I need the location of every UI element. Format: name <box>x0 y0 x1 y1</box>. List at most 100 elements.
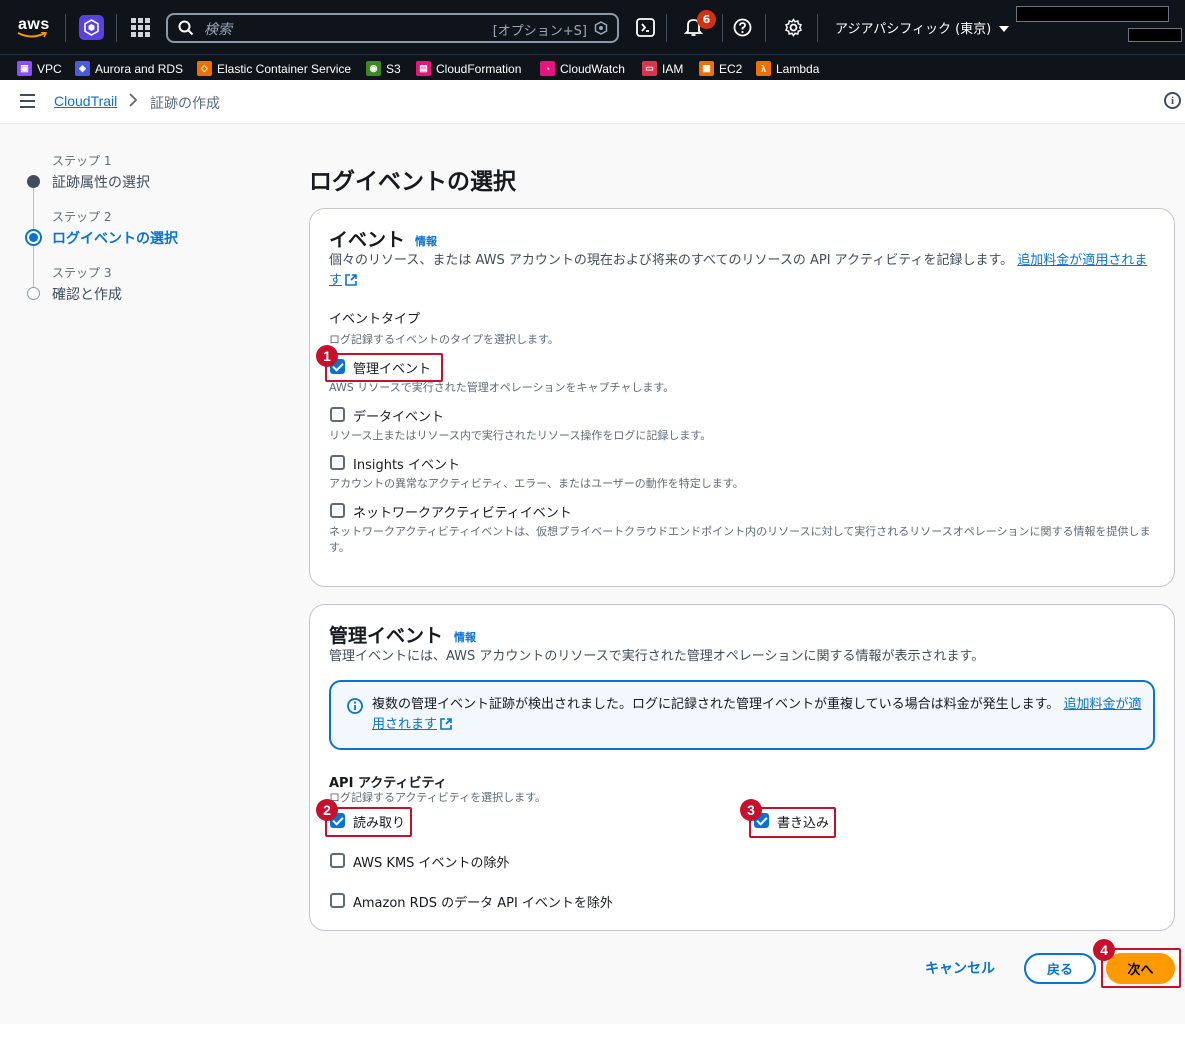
region-label: アジアパシフィック (東京) <box>835 22 992 37</box>
rds-icon: ◈ <box>75 61 90 76</box>
data-events-label[interactable]: データイベント <box>353 406 444 425</box>
favorite-ecs[interactable]: ◇ Elastic Container Service <box>197 60 351 77</box>
cloudwatch-icon: ◔ <box>540 61 555 76</box>
nav-divider <box>722 14 723 42</box>
notification-badge: 6 <box>697 10 716 29</box>
menu-icon[interactable] <box>20 94 35 108</box>
network-activity-events-label[interactable]: ネットワークアクティビティイベント <box>353 502 572 521</box>
breadcrumb: CloudTrail 証跡の作成 i <box>0 80 1185 124</box>
exclude-kms-checkbox[interactable] <box>330 853 345 868</box>
region-selector[interactable]: アジアパシフィック (東京) <box>835 18 1010 37</box>
step-1-label[interactable]: 証跡属性の選択 <box>52 172 150 192</box>
cube-icon[interactable] <box>79 15 104 40</box>
exclude-kms-label[interactable]: AWS KMS イベントの除外 <box>353 852 510 871</box>
favorite-vpc[interactable]: ▣ VPC <box>17 60 62 77</box>
cancel-button[interactable]: キャンセル <box>910 955 1010 981</box>
lambda-icon: λ <box>756 61 771 76</box>
info-alert: 複数の管理イベント証跡が検出されました。ログに記録された管理イベントが重複してい… <box>329 680 1155 750</box>
nav-divider <box>765 14 766 42</box>
data-events-description: リソース上またはリソース内で実行されたリソース操作をログに記録します。 <box>329 429 712 442</box>
annotation-marker-4: 4 <box>1093 939 1115 961</box>
nav-divider <box>116 14 117 42</box>
favorite-label: Aurora and RDS <box>95 61 184 76</box>
terminal-icon[interactable] <box>634 16 656 38</box>
management-info-link[interactable]: 情報 <box>454 629 476 645</box>
vpc-icon: ▣ <box>17 61 32 76</box>
grid-icon[interactable] <box>131 18 150 37</box>
events-description: 個々のリソース、または AWS アカウントの現在および将来のすべてのリソースの … <box>329 251 1159 291</box>
ecs-icon: ◇ <box>197 61 212 76</box>
alert-link-part-a: 追 <box>1063 697 1077 712</box>
aws-logo[interactable]: aws <box>14 14 52 40</box>
breadcrumb-cloudtrail[interactable]: CloudTrail <box>54 93 117 109</box>
external-link-icon <box>440 718 452 730</box>
event-type-description: ログ記録するイベントのタイプを選択します。 <box>329 333 559 346</box>
annotation-marker-3: 3 <box>740 799 762 821</box>
annotation-highlight-2 <box>325 807 412 837</box>
favorite-ec2[interactable]: ▦ EC2 <box>699 60 742 77</box>
ec2-icon: ▦ <box>699 61 714 76</box>
back-button[interactable]: 戻る <box>1024 953 1096 984</box>
favorite-label: EC2 <box>719 61 743 76</box>
data-events-checkbox[interactable] <box>330 407 345 422</box>
page-title: ログイベントの選択 <box>309 169 516 195</box>
favorite-label: CloudFormation <box>436 61 522 76</box>
favorite-label: S3 <box>386 61 401 76</box>
favorite-label: IAM <box>662 61 684 76</box>
external-link-icon <box>345 274 357 286</box>
search-placeholder: 検索 <box>204 22 232 38</box>
step-1-indicator <box>27 175 40 188</box>
favorite-iam[interactable]: ▭ IAM <box>642 60 683 77</box>
api-activity-label: API アクティビティ <box>329 776 447 791</box>
step-connector <box>33 188 34 230</box>
api-activity-description: ログ記録するアクティビティを選択します。 <box>329 791 547 804</box>
search-shortcut: [オプション+S] <box>492 24 587 39</box>
events-title: イベント <box>329 229 406 251</box>
account-menu[interactable] <box>1016 6 1169 22</box>
step-2-indicator-dot <box>29 233 38 242</box>
nav-divider <box>666 14 667 42</box>
caret-down-icon <box>999 26 1010 32</box>
favorite-cloudwatch[interactable]: ◔ CloudWatch <box>540 60 625 77</box>
favorite-label: Elastic Container Service <box>217 61 352 76</box>
aws-smile-icon <box>17 32 47 38</box>
search-icon <box>178 20 194 36</box>
search-input[interactable]: 検索 [オプション+S] <box>166 13 619 43</box>
favorite-lambda[interactable]: λ Lambda <box>756 60 819 77</box>
event-type-label: イベントタイプ <box>329 312 421 327</box>
step-3-indicator <box>27 287 40 300</box>
favorite-s3[interactable]: ◉ S3 <box>366 60 401 77</box>
alert-text: 複数の管理イベント証跡が検出されました。ログに記録された管理イベントが重複してい… <box>372 697 1060 712</box>
nav-divider <box>65 14 66 42</box>
annotation-highlight-3 <box>749 807 836 838</box>
favorite-label: Lambda <box>776 61 820 76</box>
nav-divider <box>817 14 818 42</box>
info-circle-icon <box>347 698 363 714</box>
account-id <box>1128 28 1182 42</box>
chevron-right-icon <box>129 93 138 107</box>
help-icon[interactable] <box>731 16 753 38</box>
exclude-rds-checkbox[interactable] <box>330 893 345 908</box>
annotation-marker-2: 2 <box>316 799 338 821</box>
insights-events-description: アカウントの異常なアクティビティ、エラー、またはユーザーの動作を特定します。 <box>329 477 744 490</box>
management-events-card-description: 管理イベントには、AWS アカウントのリソースで実行された管理オペレーションに関… <box>329 649 985 664</box>
alert-message: 複数の管理イベント証跡が検出されました。ログに記録された管理イベントが重複してい… <box>372 695 1142 735</box>
favorite-cloudformation[interactable]: ▤ CloudFormation <box>416 60 521 77</box>
gear-icon[interactable] <box>782 16 804 38</box>
management-events-description: AWS リソースで実行された管理オペレーションをキャプチャします。 <box>329 381 675 394</box>
annotation-marker-1: 1 <box>316 345 338 367</box>
favorite-aurora-rds[interactable]: ◈ Aurora and RDS <box>75 60 183 77</box>
step-2-label: ログイベントの選択 <box>52 231 178 247</box>
events-info-link[interactable]: 情報 <box>415 233 437 249</box>
shortcut-cube-icon <box>594 21 608 35</box>
insights-events-checkbox[interactable] <box>330 455 345 470</box>
favorite-label: VPC <box>37 61 62 76</box>
favorites-bar: ▣ VPC ◈ Aurora and RDS ◇ Elastic Container … <box>0 54 1185 80</box>
s3-icon: ◉ <box>366 61 381 76</box>
network-activity-events-checkbox[interactable] <box>330 503 345 518</box>
insights-events-label[interactable]: Insights イベント <box>353 454 460 473</box>
events-desc-text: 個々のリソース、または AWS アカウントの現在および将来のすべてのリソースの … <box>329 253 1014 268</box>
info-icon[interactable]: i <box>1164 92 1181 109</box>
breadcrumb-current: 証跡の作成 <box>150 96 220 112</box>
exclude-rds-label[interactable]: Amazon RDS のデータ API イベントを除外 <box>353 892 613 911</box>
